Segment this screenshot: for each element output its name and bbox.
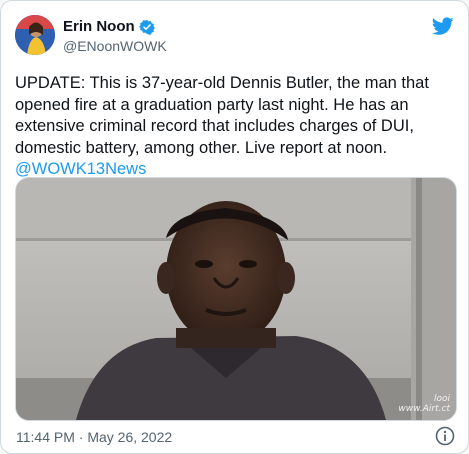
author-display-name[interactable]: Erin Noon <box>63 18 135 35</box>
twitter-bird-icon[interactable] <box>431 17 454 36</box>
watermark-url: www.Airt.ct <box>398 404 450 414</box>
photo-watermark: looi www.Airt.ct <box>398 394 450 414</box>
verified-badge-icon <box>138 19 155 35</box>
info-icon[interactable] <box>435 426 455 446</box>
photo-image <box>16 178 456 420</box>
author-name-row[interactable]: Erin Noon <box>63 18 155 35</box>
tweet-body: UPDATE: This is 37-year-old Dennis Butle… <box>15 74 429 157</box>
avatar-image <box>15 15 55 55</box>
tweet-text: UPDATE: This is 37-year-old Dennis Butle… <box>15 73 455 181</box>
tweet-photo[interactable]: looi www.Airt.ct <box>15 177 457 421</box>
tweet-card[interactable]: Erin Noon @ENoonWOWK UPDATE: This is 37-… <box>0 0 469 454</box>
avatar[interactable] <box>15 15 55 55</box>
author-handle[interactable]: @ENoonWOWK <box>63 38 167 54</box>
watermark-brand: looi <box>433 394 450 404</box>
tweet-timestamp[interactable]: 11:44 PM · May 26, 2022 <box>16 429 172 445</box>
